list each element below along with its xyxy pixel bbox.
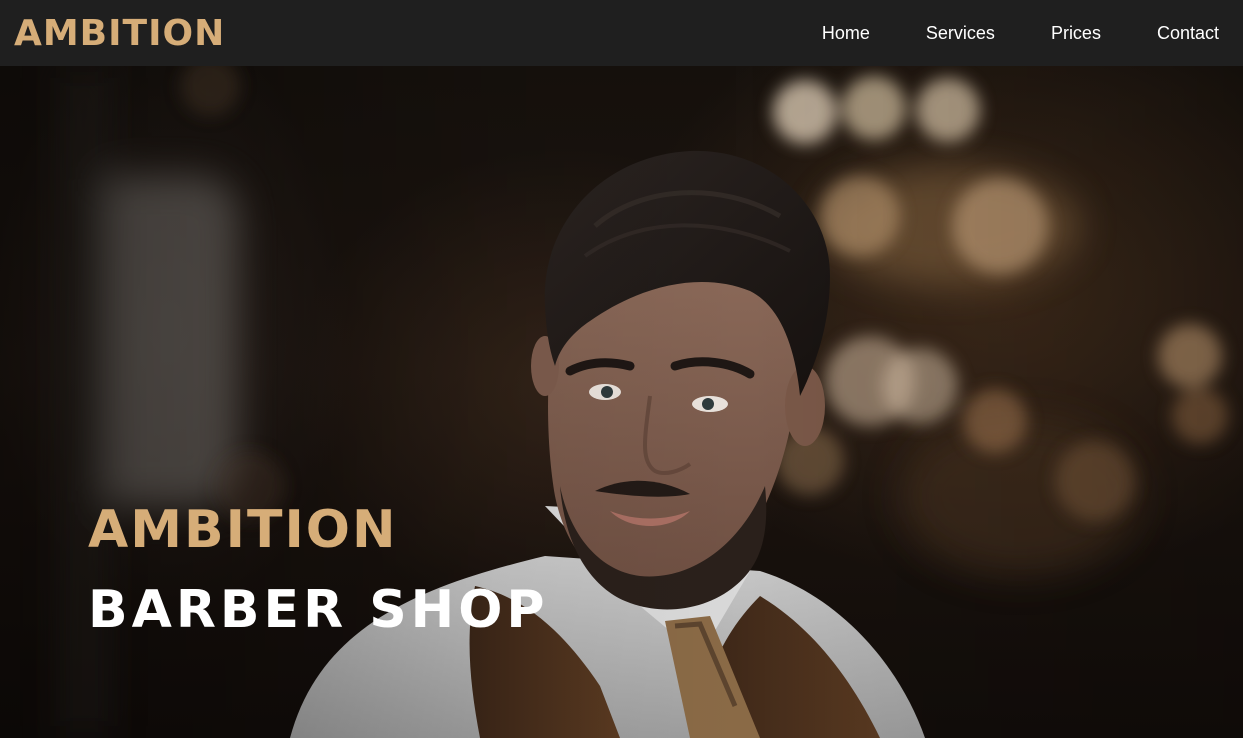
nav-link-services[interactable]: Services <box>926 23 995 44</box>
main-nav: Home Services Prices Contact <box>766 0 1219 66</box>
nav-link-prices[interactable]: Prices <box>1051 23 1101 44</box>
nav-link-contact[interactable]: Contact <box>1157 23 1219 44</box>
hero-title-subtitle: BARBER SHOP <box>88 580 549 640</box>
hero-section: AMBITION BARBER SHOP <box>0 66 1243 738</box>
top-navbar: AMBITION Home Services Prices Contact <box>0 0 1243 66</box>
site-logo[interactable]: AMBITION <box>14 16 225 52</box>
nav-link-home[interactable]: Home <box>822 23 870 44</box>
hero-title-brand: AMBITION <box>88 500 398 560</box>
hero-headline: AMBITION BARBER SHOP <box>88 504 549 636</box>
